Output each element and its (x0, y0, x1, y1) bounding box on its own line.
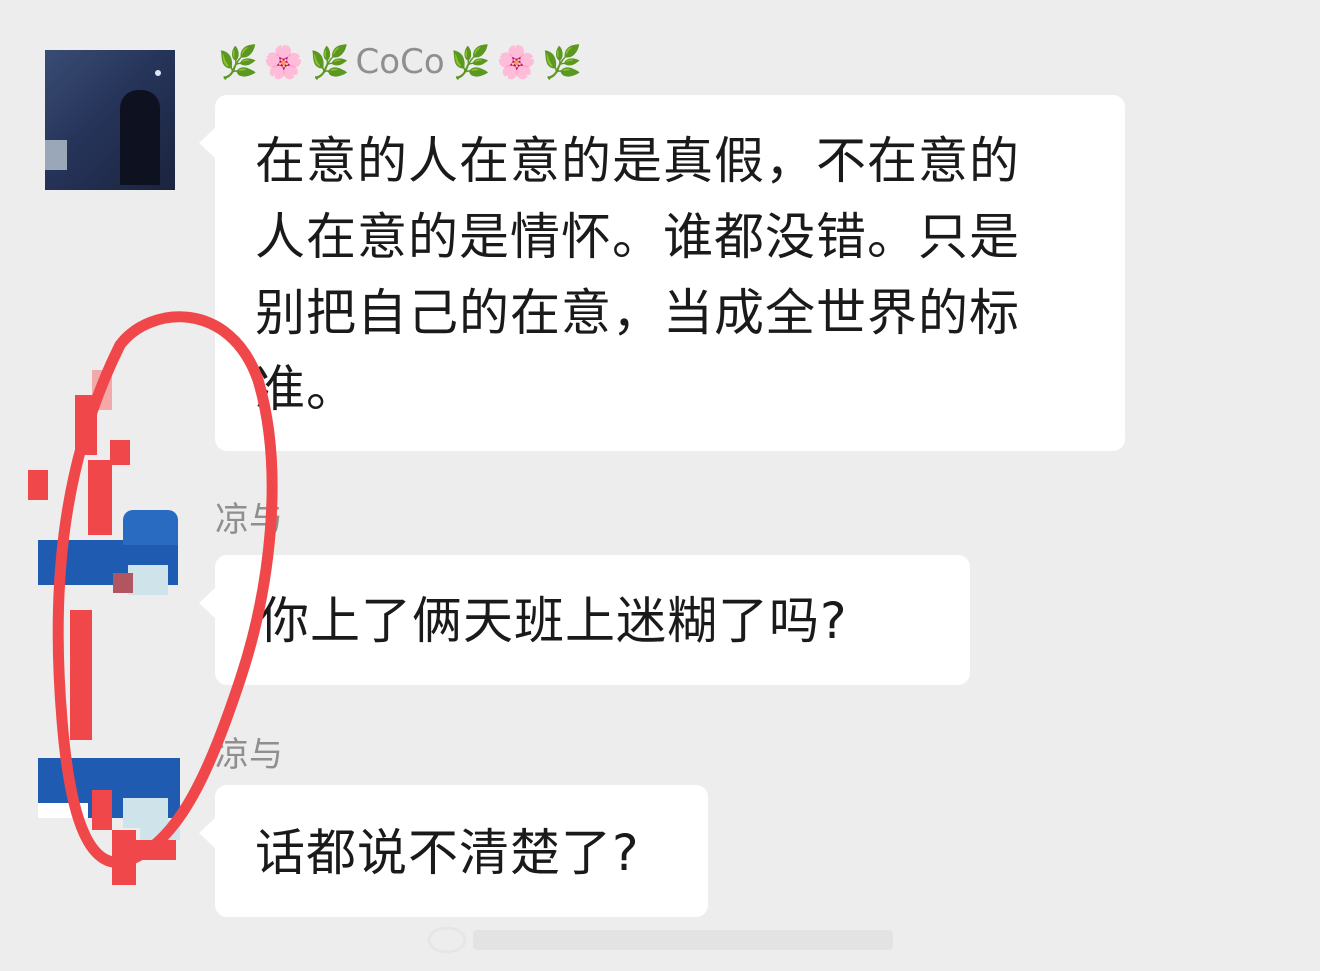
leaf-icon: 🌿 (542, 43, 583, 81)
mosaic-block (140, 820, 180, 840)
avatar-block (38, 803, 88, 818)
message-line: 别把自己的在意，当成全世界的标 (255, 284, 1020, 342)
avatar-coco[interactable] (45, 50, 175, 190)
sender-name-liangyu: 凉与 (215, 500, 283, 540)
sender-name-text: CoCo (355, 42, 445, 82)
message-line: 在意的人在意的是真假，不在意的 (255, 132, 1020, 190)
mosaic-block (28, 470, 48, 500)
mosaic-block (88, 460, 112, 535)
avatar-block (123, 510, 178, 545)
mosaic-block (136, 840, 176, 860)
cherry-blossom-icon: 🌸 (263, 43, 304, 81)
mosaic-block (112, 830, 136, 885)
avatar-pixel (45, 140, 67, 170)
avatar-star (155, 70, 161, 76)
message-bubble[interactable]: 在意的人在意的是真假，不在意的 人在意的是情怀。谁都没错。只是 别把自己的在意，… (199, 95, 1125, 451)
message-line: 话都说不清楚了? (255, 824, 640, 882)
avatar-block (128, 565, 168, 595)
leaf-icon: 🌿 (218, 43, 258, 81)
message-bubble[interactable]: 话都说不清楚了? (199, 785, 708, 917)
leaf-icon: 🌿 (309, 43, 350, 81)
mosaic-block (110, 440, 130, 465)
message-line: 人在意的是情怀。谁都没错。只是 (255, 208, 1020, 266)
message-line: 准。 (255, 360, 357, 418)
avatar-silhouette (120, 90, 160, 185)
sender-name-liangyu: 凉与 (215, 735, 283, 775)
message-line: 你上了俩天班上迷糊了吗? (259, 592, 848, 650)
sender-name-coco: 🌿 🌸 🌿 CoCo 🌿 🌸 🌿 (218, 42, 582, 82)
leaf-icon: 🌿 (450, 43, 491, 81)
message-bubble[interactable]: 你上了俩天班上迷糊了吗? (199, 555, 970, 685)
cherry-blossom-icon: 🌸 (496, 43, 537, 81)
mosaic-block (92, 370, 112, 410)
mosaic-block (70, 610, 92, 740)
avatar-block (113, 573, 133, 593)
watermark (425, 920, 895, 960)
mosaic-block (92, 790, 112, 830)
